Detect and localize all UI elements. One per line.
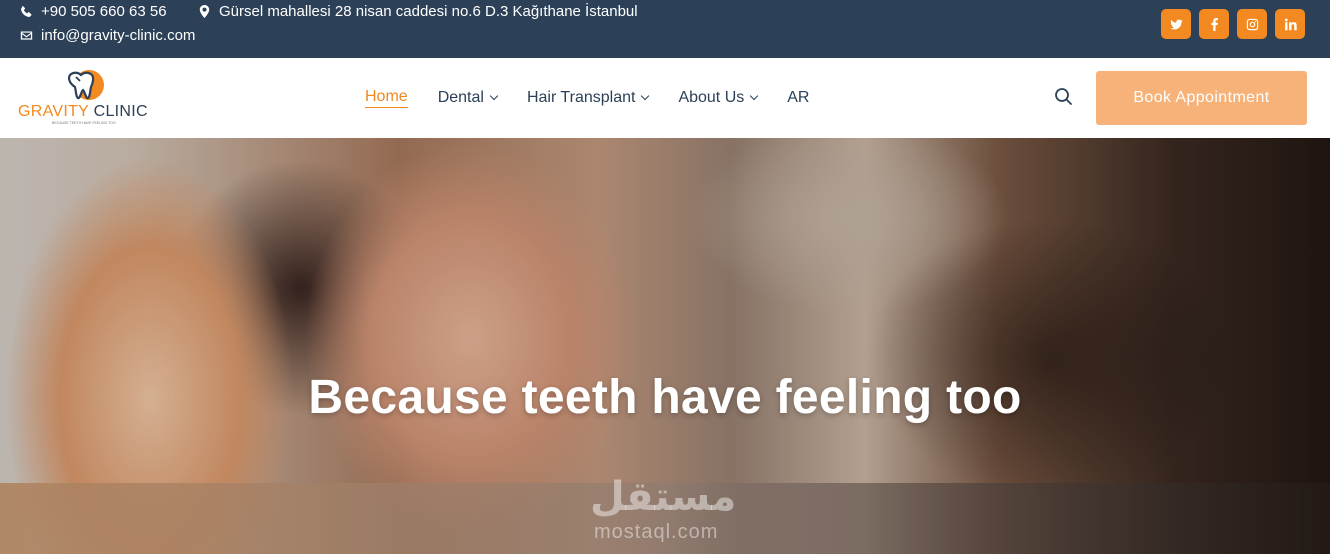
envelope-icon (20, 31, 33, 40)
phone-contact[interactable]: +90 505 660 63 56 (20, 3, 167, 20)
social-links (1161, 9, 1305, 39)
nav-hair-transplant[interactable]: Hair Transplant (527, 89, 650, 107)
book-appointment-button[interactable]: Book Appointment (1096, 71, 1307, 125)
logo-wordmark: GRAVITY CLINIC (18, 103, 148, 120)
hero-banner: Because teeth have feeling too مستقل mos… (0, 138, 1330, 554)
watermark-latin: mostaql.com (594, 521, 719, 543)
linkedin-icon (1284, 17, 1297, 30)
search-button[interactable] (1054, 87, 1074, 107)
chevron-down-icon (750, 91, 759, 101)
instagram-icon (1246, 18, 1258, 30)
facebook-link[interactable] (1199, 9, 1229, 39)
email-contact[interactable]: info@gravity-clinic.com (20, 27, 195, 44)
location-pin-icon (199, 5, 210, 18)
tooth-logo-icon (67, 70, 104, 100)
top-info-bar: +90 505 660 63 56 Gürsel mahallesi 28 ni… (0, 0, 1330, 58)
nav-language-ar[interactable]: AR (787, 89, 809, 107)
nav-about-us[interactable]: About Us (678, 89, 759, 107)
logo-tagline: BECAUSE TEETH HAVE FEELING TOO (52, 121, 116, 125)
watermark-arabic: مستقل (590, 474, 737, 520)
nav-home[interactable]: Home (365, 88, 408, 108)
hero-headline: Because teeth have feeling too (308, 371, 1022, 424)
twitter-link[interactable] (1161, 9, 1191, 39)
phone-icon (21, 5, 32, 17)
chevron-down-icon (489, 91, 499, 101)
email-address: info@gravity-clinic.com (41, 27, 196, 44)
chevron-down-icon (641, 91, 650, 101)
linkedin-link[interactable] (1275, 9, 1305, 39)
phone-number: +90 505 660 63 56 (41, 3, 167, 20)
instagram-link[interactable] (1237, 9, 1267, 39)
main-header: GRAVITY CLINIC BECAUSE TEETH HAVE FEELIN… (0, 58, 1330, 138)
address-contact: Gürsel mahallesi 28 nisan caddesi no.6 D… (198, 3, 638, 20)
twitter-icon (1169, 19, 1183, 30)
main-navigation: Home Dental Hair Transplant About Us AR (365, 58, 839, 138)
facebook-icon (1210, 17, 1218, 31)
address-text: Gürsel mahallesi 28 nisan caddesi no.6 D… (219, 3, 638, 20)
nav-dental[interactable]: Dental (438, 89, 499, 107)
site-logo[interactable]: GRAVITY CLINIC BECAUSE TEETH HAVE FEELIN… (18, 70, 158, 128)
search-icon (1055, 88, 1072, 105)
